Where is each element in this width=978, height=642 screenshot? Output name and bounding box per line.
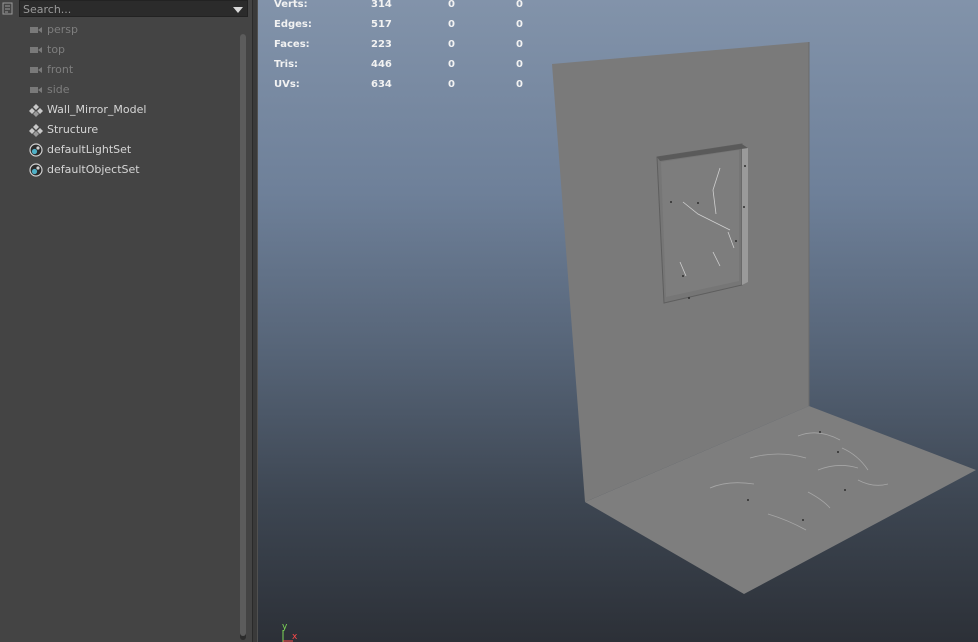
hud-value: 0 [516, 0, 523, 10]
outliner-item-wall-mirror-model[interactable]: Wall_Mirror_Model [0, 100, 236, 120]
hud-label: Verts: [274, 0, 308, 10]
hud-value: 0 [516, 39, 523, 50]
outliner-item-label: defaultLightSet [47, 143, 132, 156]
search-field[interactable] [19, 0, 248, 17]
outliner-item-default-light-set[interactable]: defaultLightSet [0, 140, 236, 160]
hud-value: 0 [516, 59, 523, 70]
search-input[interactable] [23, 2, 223, 16]
group-transform-icon [29, 104, 43, 117]
3d-viewport[interactable]: Verts: 314 0 0 Edges: 517 0 0 Faces: 223… [258, 0, 978, 642]
hud-label: Edges: [274, 19, 312, 30]
hud-value: 634 [371, 79, 392, 90]
hud-value: 223 [371, 39, 392, 50]
filter-icon[interactable] [2, 2, 14, 15]
outliner-item-top[interactable]: top [0, 40, 236, 60]
axis-y-label: y [282, 622, 288, 632]
camera-icon [30, 27, 42, 33]
outliner-item-label: Wall_Mirror_Model [47, 103, 147, 116]
hud-value: 0 [516, 79, 523, 90]
hud-row-uvs: UVs: 634 0 0 [274, 77, 534, 97]
view-axis-gizmo: y x [278, 618, 308, 642]
outliner-item-label: side [47, 83, 70, 96]
hud-value: 0 [448, 0, 455, 10]
axis-x-label: x [292, 632, 298, 642]
hud-row-faces: Faces: 223 0 0 [274, 37, 534, 57]
outliner-panel: persp top front side Wall_Mirror_Model [0, 0, 252, 642]
hud-value: 0 [516, 19, 523, 30]
hud-label: UVs: [274, 79, 300, 90]
outliner-item-default-object-set[interactable]: defaultObjectSet [0, 160, 236, 180]
group-transform-icon [29, 124, 43, 137]
outliner-item-persp[interactable]: persp [0, 20, 236, 40]
set-icon [29, 143, 43, 157]
hud-label: Tris: [274, 59, 299, 70]
hud-value: 446 [371, 59, 392, 70]
poly-count-hud: Verts: 314 0 0 Edges: 517 0 0 Faces: 223… [274, 0, 534, 97]
outliner-item-side[interactable]: side [0, 80, 236, 100]
outliner-item-label: Structure [47, 123, 99, 136]
hud-value: 0 [448, 79, 455, 90]
set-icon [29, 163, 43, 177]
hud-row-tris: Tris: 446 0 0 [274, 57, 534, 77]
camera-icon [30, 67, 42, 73]
outliner-item-label: defaultObjectSet [47, 163, 140, 176]
hud-label: Faces: [274, 39, 310, 50]
outliner-search-row [0, 0, 252, 20]
hud-value: 0 [448, 39, 455, 50]
outliner-item-label: top [47, 43, 66, 56]
outliner-item-label: persp [47, 23, 78, 36]
outliner-item-label: front [47, 63, 74, 76]
mirror-surface [661, 150, 739, 297]
camera-icon [30, 87, 42, 93]
hud-row-edges: Edges: 517 0 0 [274, 17, 534, 37]
hud-value: 0 [448, 59, 455, 70]
hud-value: 517 [371, 19, 392, 30]
scrollbar-thumb[interactable] [240, 34, 246, 636]
hud-row-verts: Verts: 314 0 0 [274, 0, 534, 17]
hud-value: 314 [371, 0, 392, 10]
outliner-item-front[interactable]: front [0, 60, 236, 80]
outliner-item-structure[interactable]: Structure [0, 120, 236, 140]
search-dropdown-arrow-icon[interactable] [233, 7, 243, 13]
outliner-tree: persp top front side Wall_Mirror_Model S… [0, 20, 236, 180]
camera-icon [30, 47, 42, 53]
hud-value: 0 [448, 19, 455, 30]
outliner-scrollbar[interactable] [238, 34, 248, 640]
